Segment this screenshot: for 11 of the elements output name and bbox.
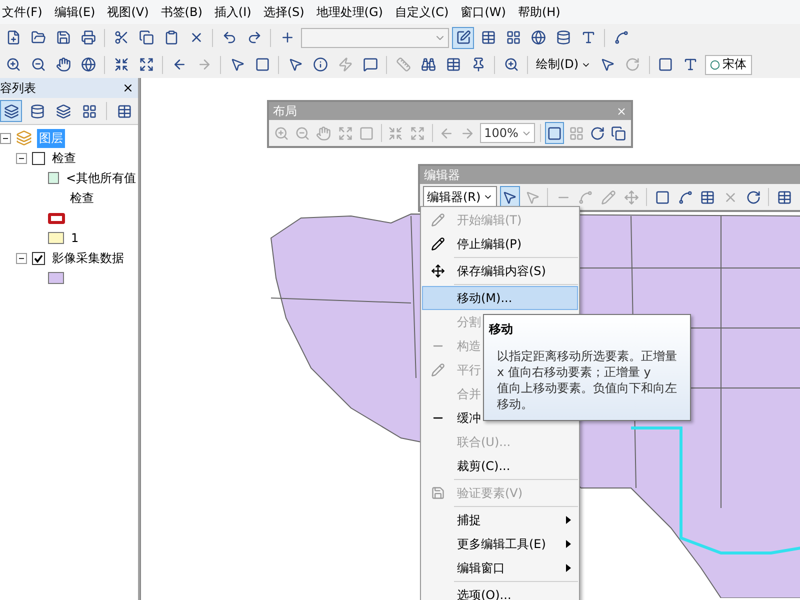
panel-title: 容列表 — [0, 80, 36, 96]
toolbar-title: 布局 — [273, 102, 297, 120]
toolbar-title: 编辑器 — [424, 166, 460, 184]
legend-heading: 检查 — [69, 190, 95, 206]
tooltip-text-line: 值向上移动要素。负值向下和向左 — [496, 380, 677, 396]
tooltip-text-line: x 值向右移动要素；正增量 y — [496, 364, 651, 380]
tooltip-title: 移动 — [489, 321, 514, 338]
tooltip-text-line: 移动。 — [496, 396, 533, 412]
legend-label: <其他所有值 — [64, 170, 137, 186]
legend-label: 1 — [70, 230, 80, 246]
tooltip-text-line: 以指定距离移动所选要素。正增量 — [496, 348, 677, 364]
